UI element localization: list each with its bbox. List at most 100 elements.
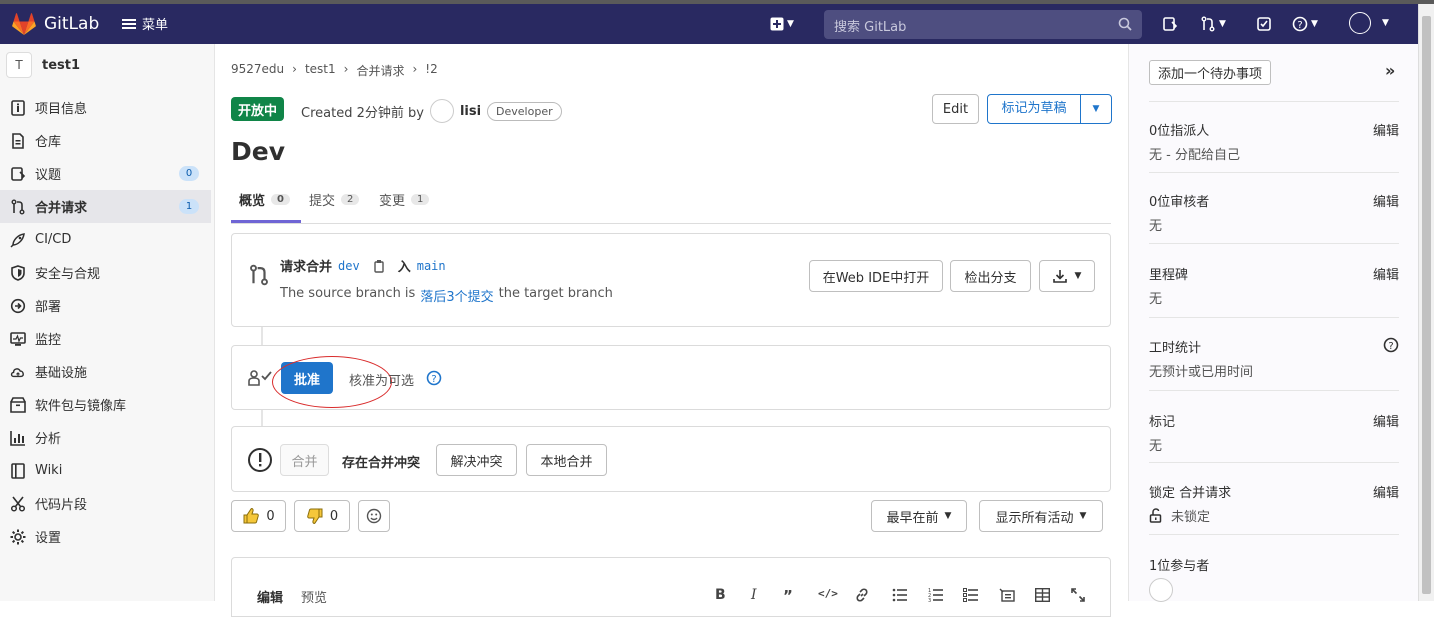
sidebar-item[interactable]: 分析	[0, 421, 211, 454]
quote-icon[interactable]: ”	[783, 587, 793, 605]
breadcrumb-separator: ›	[292, 62, 297, 76]
sidebar-item[interactable]: 议题 0	[0, 157, 211, 190]
sidebar-item-label: 议题	[35, 168, 62, 183]
svg-text:3: 3	[928, 598, 931, 602]
edit-link[interactable]: 编辑	[1373, 120, 1399, 139]
author-avatar[interactable]	[429, 99, 454, 123]
edit-link[interactable]: 编辑	[1373, 191, 1399, 210]
source-branch-link[interactable]: dev	[338, 259, 360, 273]
merge-info-widget: 请求合并 dev 入 main The source branch is 落后3…	[231, 233, 1111, 327]
edit-button[interactable]: Edit	[932, 94, 979, 124]
sidebar-item-label: 软件包与镜像库	[35, 399, 127, 414]
resolve-conflicts-button[interactable]: 解决冲突	[436, 444, 517, 476]
breadcrumb-item[interactable]: 合并请求	[356, 62, 404, 79]
merge-conflict-widget: 合并 存在合并冲突 解决冲突 本地合并	[231, 426, 1111, 492]
thumbs-up-button[interactable]: 0	[231, 500, 286, 532]
sidebar-item[interactable]: 软件包与镜像库	[0, 388, 211, 421]
project-link[interactable]: T test1	[6, 52, 80, 78]
question-circle-icon[interactable]: ?	[426, 370, 442, 386]
edit-link[interactable]: 编辑	[1373, 411, 1399, 430]
add-reaction-button[interactable]	[358, 500, 390, 532]
tab-commits[interactable]: 提交 2	[309, 190, 360, 209]
author-name[interactable]: lisi	[460, 104, 481, 119]
breadcrumb-item[interactable]: 9527edu	[231, 62, 284, 79]
checkout-branch-button[interactable]: 检出分支	[950, 260, 1031, 292]
issues-nav-button[interactable]	[1162, 14, 1178, 34]
tab-overview[interactable]: 概览 0	[239, 190, 290, 209]
gitlab-logo-icon	[12, 13, 36, 35]
plus-square-icon	[770, 17, 784, 31]
user-menu-button[interactable]: ▼	[1349, 12, 1389, 34]
tab-changes[interactable]: 变更 1	[379, 190, 430, 209]
page-scrollbar[interactable]	[1418, 4, 1434, 601]
activity-filter-dropdown[interactable]: 显示所有活动 ▼	[979, 500, 1103, 532]
sidebar-item[interactable]: 设置	[0, 520, 211, 553]
collapsible-section-icon[interactable]	[999, 588, 1015, 602]
section-label: 锁定 合并请求	[1149, 486, 1232, 501]
sidebar-item[interactable]: 仓库	[0, 124, 211, 157]
behind-commits-link[interactable]: 落后3个提交	[420, 286, 493, 305]
table-icon[interactable]	[1035, 588, 1050, 602]
merge-requests-nav-button[interactable]: ▼	[1200, 14, 1226, 34]
help-nav-button[interactable]: ? ▼	[1292, 14, 1318, 34]
help-icon[interactable]: ?	[1383, 337, 1399, 353]
assignees-section: 0位指派人 无 - 分配给自己 编辑	[1149, 120, 1399, 163]
into-label: 入	[397, 260, 411, 275]
comment-editor: 编辑 预览 B I ” </> 123	[231, 557, 1111, 617]
open-web-ide-button[interactable]: 在Web IDE中打开	[809, 260, 943, 292]
chevron-down-icon: ▼	[1219, 19, 1226, 29]
sidebar-item[interactable]: 安全与合规	[0, 256, 211, 289]
target-branch-link[interactable]: main	[417, 259, 446, 273]
download-dropdown-button[interactable]: ▼	[1039, 260, 1095, 292]
time-tracking-section: 工时统计 无预计或已用时间 ?	[1149, 337, 1399, 380]
sidebar-item[interactable]: 监控	[0, 322, 211, 355]
code-icon[interactable]: </>	[818, 587, 838, 600]
sidebar-item[interactable]: 合并请求 1	[0, 190, 211, 223]
approval-widget: 批准 核准为可选 ?	[231, 345, 1111, 410]
task-list-icon[interactable]	[963, 588, 978, 602]
sort-dropdown[interactable]: 最早在前 ▼	[871, 500, 967, 532]
preview-tab[interactable]: 预览	[301, 587, 327, 606]
brand-name: GitLab	[44, 14, 100, 34]
todos-nav-button[interactable]	[1256, 14, 1272, 34]
sidebar-item[interactable]: 基础设施	[0, 355, 211, 388]
sidebar-item[interactable]: 项目信息	[0, 91, 211, 124]
add-todo-button[interactable]: 添加一个待办事项	[1149, 60, 1272, 85]
breadcrumb-item[interactable]: test1	[305, 62, 336, 79]
sidebar-item[interactable]: 代码片段	[0, 487, 211, 520]
section-value[interactable]: 无 - 分配给自己	[1149, 144, 1399, 163]
numbered-list-icon[interactable]: 123	[928, 588, 943, 602]
search-input[interactable]: 搜索 GitLab	[824, 10, 1142, 39]
merge-locally-button[interactable]: 本地合并	[526, 444, 607, 476]
collapse-sidebar-icon[interactable]: »	[1385, 61, 1395, 80]
link-icon[interactable]	[855, 588, 869, 602]
breadcrumb-item[interactable]: !2	[425, 62, 437, 79]
right-sidebar: 添加一个待办事项 » 0位指派人 无 - 分配给自己 编辑 0位审核者 无 编辑…	[1128, 44, 1418, 602]
behind-text: The source branch is 落后3个提交 the target b…	[280, 286, 613, 305]
sidebar-item[interactable]: CI/CD	[0, 223, 211, 256]
tab-label: 变更	[379, 194, 406, 209]
sidebar-item[interactable]: Wiki	[0, 454, 211, 487]
edit-link[interactable]: 编辑	[1373, 482, 1399, 501]
write-tab[interactable]: 编辑	[257, 587, 283, 606]
scrollbar-thumb[interactable]	[1422, 16, 1431, 594]
divider	[1149, 172, 1399, 173]
count-badge: 1	[179, 199, 199, 214]
thumbs-down-button[interactable]: 0	[294, 500, 350, 532]
gitlab-home-link[interactable]: GitLab	[12, 12, 99, 36]
bullet-list-icon[interactable]	[892, 588, 907, 602]
edit-link[interactable]: 编辑	[1373, 264, 1399, 283]
participant-avatar[interactable]	[1149, 578, 1173, 602]
labels-section: 标记 无 编辑	[1149, 411, 1399, 454]
mark-draft-button[interactable]: 标记为草稿	[988, 95, 1081, 123]
new-dropdown-button[interactable]: ▼	[770, 14, 794, 34]
sidebar-item[interactable]: 部署	[0, 289, 211, 322]
chevron-down-icon: ▼	[787, 19, 794, 29]
menu-button[interactable]: 菜单	[122, 14, 168, 33]
book-icon	[10, 462, 26, 479]
copy-icon[interactable]	[372, 259, 386, 273]
fullscreen-icon[interactable]	[1071, 588, 1085, 602]
thumbs-up-icon	[243, 508, 260, 524]
chevron-down-icon[interactable]: ▼	[1081, 104, 1111, 114]
merge-button[interactable]: 合并	[280, 444, 329, 476]
